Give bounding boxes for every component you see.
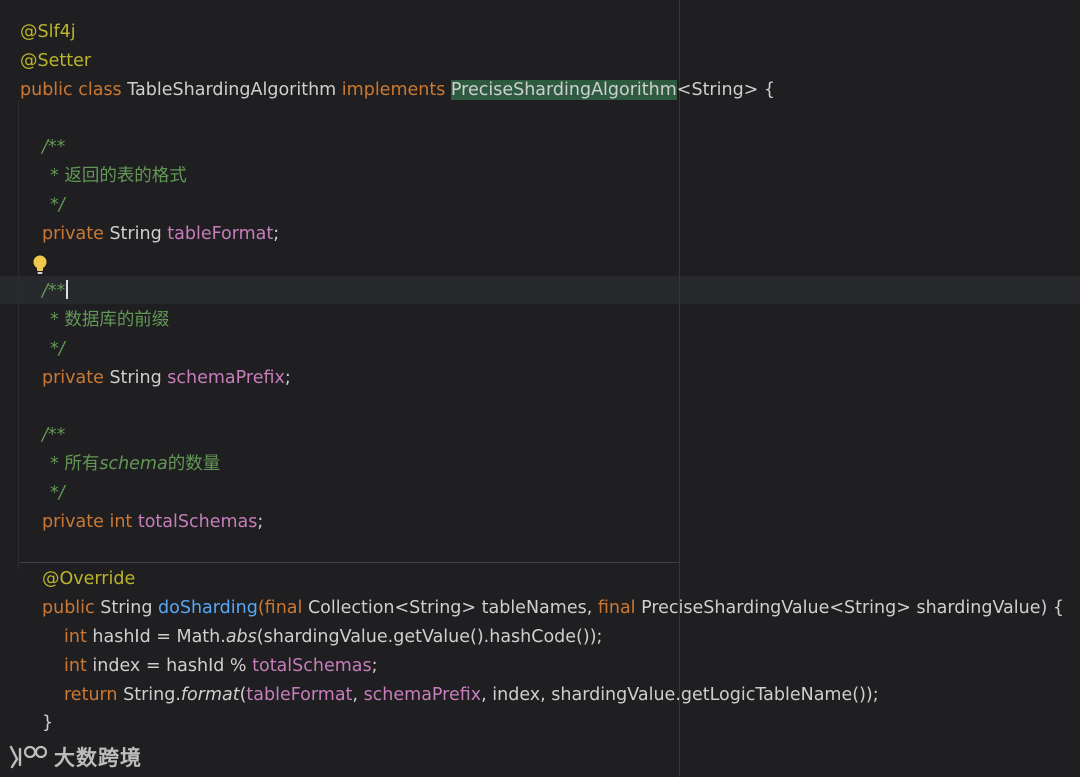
keyword-private: private — [42, 512, 104, 532]
field-name: schemaPrefix — [167, 368, 285, 388]
code-text: , index, shardingValue.getLogicTableName… — [481, 685, 879, 705]
doc-italic-text: schema — [99, 454, 168, 474]
code-line-annotation-setter[interactable]: @Setter — [20, 47, 91, 75]
paren-open: ( — [257, 598, 265, 618]
doc-comment-total-schemas: * 所有schema的数量 — [50, 450, 220, 478]
param-table-names: Collection<String> tableNames, — [307, 598, 598, 618]
comment-open: /** — [42, 281, 66, 301]
lightbulb-icon[interactable] — [30, 254, 50, 276]
semicolon: ; — [273, 224, 280, 244]
watermark-logo-icon — [9, 745, 48, 769]
field-reference: totalSchemas — [252, 656, 372, 676]
keyword-public: public — [20, 80, 73, 100]
code-text: index = hashId % — [92, 656, 253, 676]
field-name: tableFormat — [167, 224, 274, 244]
code-line-method-declaration[interactable]: public String doSharding(final Collectio… — [42, 594, 1064, 622]
type-string: String — [109, 368, 162, 388]
code-line-override[interactable]: @Override — [42, 565, 135, 593]
comment-close: */ — [50, 195, 65, 215]
code-line-hash-id[interactable]: int hashId = Math.abs(shardingValue.getV… — [64, 623, 602, 651]
comment-open: /** — [42, 137, 66, 157]
keyword-final: final — [597, 598, 636, 618]
field-reference: tableFormat — [246, 685, 353, 705]
watermark-text: 大数跨境 — [54, 746, 142, 770]
watermark: 大数跨境 — [8, 740, 142, 774]
semicolon: ; — [371, 656, 378, 676]
comment-close: */ — [50, 339, 65, 359]
comma: , — [352, 685, 364, 705]
keyword-private: private — [42, 368, 104, 388]
static-method-format: format — [180, 685, 240, 705]
code-line-field-schema-prefix[interactable]: private String schemaPrefix; — [42, 364, 291, 392]
code-line-index[interactable]: int index = hashId % totalSchemas; — [64, 652, 378, 680]
code-text: hashId = Math. — [92, 627, 226, 647]
class-name: TableShardingAlgorithm — [127, 80, 337, 100]
indent-guide — [18, 100, 19, 570]
text-caret — [66, 280, 69, 299]
doc-comment-schema-prefix: * 数据库的前缀 — [50, 310, 170, 330]
keyword-public: public — [42, 598, 95, 618]
type-int: int — [64, 656, 87, 676]
semicolon: ; — [284, 368, 291, 388]
param-sharding-value: PreciseShardingValue<String> shardingVal… — [641, 598, 1065, 618]
type-int: int — [64, 627, 87, 647]
keyword-class: class — [78, 80, 122, 100]
method-name: doSharding — [158, 598, 258, 618]
keyword-private: private — [42, 224, 104, 244]
code-line-return[interactable]: return String.format(tableFormat, schema… — [64, 681, 879, 709]
code-line-close-brace[interactable]: } — [42, 709, 53, 737]
semicolon: ; — [257, 512, 264, 532]
keyword-implements: implements — [341, 80, 446, 100]
highlighted-interface-name[interactable]: PreciseShardingAlgorithm — [450, 80, 677, 100]
code-line-field-total-schemas[interactable]: private int totalSchemas; — [42, 508, 263, 536]
right-margin-guide — [679, 0, 680, 777]
type-int: int — [109, 512, 133, 532]
static-method-abs: abs — [225, 627, 257, 647]
method-separator — [20, 562, 679, 563]
type-string: String — [109, 224, 162, 244]
return-type: String — [100, 598, 153, 618]
comment-open: /** — [42, 425, 66, 445]
field-name: totalSchemas — [137, 512, 258, 532]
comment-close: */ — [50, 483, 65, 503]
generic-type: <String> { — [676, 80, 776, 100]
current-line-highlight — [0, 276, 1080, 304]
code-text: String. — [123, 685, 181, 705]
code-line-field-table-format[interactable]: private String tableFormat; — [42, 220, 279, 248]
code-line-annotation-slf4j[interactable]: @Slf4j — [20, 18, 76, 46]
doc-comment-table-format: * 返回的表的格式 — [50, 166, 187, 186]
code-line-caret[interactable]: /** — [42, 277, 69, 305]
doc-text: * 所有 — [50, 454, 100, 474]
code-line-class-declaration[interactable]: public class TableShardingAlgorithm impl… — [20, 76, 775, 104]
keyword-final: final — [264, 598, 303, 618]
doc-text: 的数量 — [167, 454, 221, 474]
keyword-return: return — [64, 685, 118, 705]
code-text: (shardingValue.getValue().hashCode()); — [256, 627, 603, 647]
field-reference: schemaPrefix — [363, 685, 482, 705]
